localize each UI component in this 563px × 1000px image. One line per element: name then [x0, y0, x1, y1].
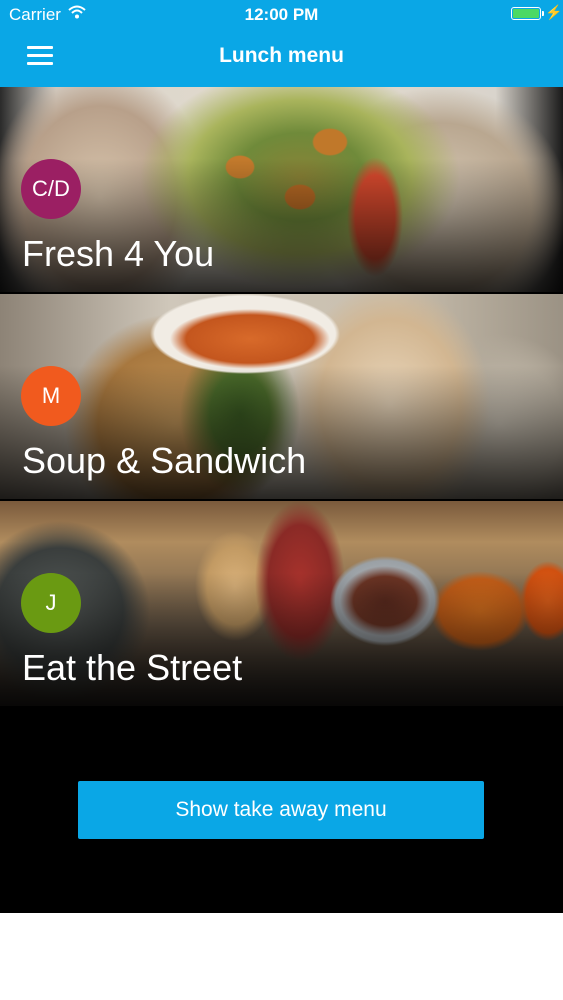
nav-bar: Lunch menu	[0, 30, 563, 87]
restaurant-name: Soup & Sandwich	[22, 440, 307, 481]
restaurant-card-soup-sandwich[interactable]: M Soup & Sandwich	[0, 294, 563, 499]
show-take-away-menu-button[interactable]: Show take away menu	[78, 781, 484, 839]
restaurant-name: Fresh 4 You	[22, 233, 215, 274]
restaurant-name: Eat the Street	[22, 647, 243, 688]
bolt-icon: ⚡	[545, 4, 563, 20]
clock: 12:00 PM	[244, 5, 319, 24]
battery-icon	[511, 7, 544, 20]
restaurant-card-eat-the-street[interactable]: J Eat the Street	[0, 501, 563, 706]
status-bar: Carrier 12:00 PM ⚡	[0, 0, 563, 30]
restaurant-card-fresh-4-you[interactable]: C/D Fresh 4 You	[0, 87, 563, 292]
restaurant-badge: J	[21, 573, 81, 633]
restaurant-badge: C/D	[21, 159, 81, 219]
page-title: Lunch menu	[219, 44, 344, 67]
restaurant-badge: M	[21, 366, 81, 426]
app-header: Carrier 12:00 PM ⚡ Lunch menu	[0, 0, 563, 87]
